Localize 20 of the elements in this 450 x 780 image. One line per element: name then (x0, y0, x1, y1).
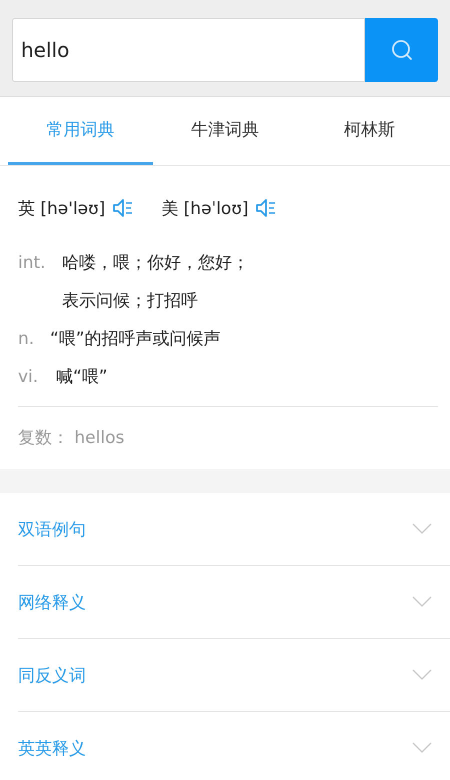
section-row[interactable]: 双语例句 (18, 493, 450, 566)
dictionary-tab[interactable]: 常用词典 (8, 97, 153, 165)
section-row[interactable]: 网络释义 (18, 566, 450, 639)
section-row[interactable]: 英英释义 (18, 712, 450, 780)
definition-text: 喊“喂” (56, 366, 108, 389)
phonetic-text: 美 [həˈloʊ] (161, 198, 248, 220)
search-button[interactable] (365, 18, 438, 82)
part-of-speech: n. (18, 328, 36, 351)
plural-form: 复数： hellos (18, 426, 126, 450)
search-icon (390, 38, 414, 62)
definition-text: “喂”的招呼声或问候声 (50, 328, 221, 351)
part-of-speech: vi. (18, 366, 40, 389)
dictionary-tab[interactable]: 柯林斯 (297, 97, 442, 165)
dictionary-tab[interactable]: 牛津词典 (152, 97, 298, 165)
phonetic-text: 英 [hə'ləʊ] (18, 198, 106, 220)
search-field[interactable]: hello (12, 18, 365, 82)
part-of-speech: int. (18, 252, 47, 275)
definition-text: 表示问候；打招呼 (62, 290, 199, 313)
section-row[interactable]: 同反义词 (18, 639, 450, 712)
definition-text: 哈喽，喂；你好，您好； (62, 252, 249, 275)
